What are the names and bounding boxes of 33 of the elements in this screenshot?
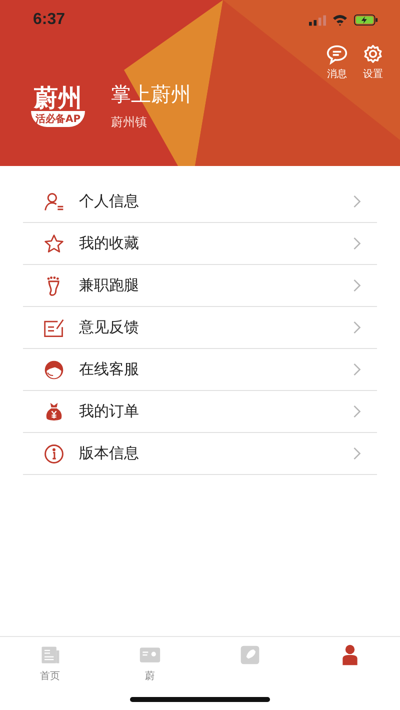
- menu-item[interactable]: 兼职跑腿: [23, 265, 377, 307]
- settings-icon[interactable]: [362, 44, 384, 65]
- menu-item[interactable]: 我的订单: [23, 391, 377, 433]
- chevron-icon: [353, 237, 361, 250]
- logo-title: 蔚州: [34, 84, 82, 112]
- menu-item[interactable]: 意见反馈: [23, 307, 377, 349]
- newspaper-icon: [39, 644, 61, 666]
- menu-item[interactable]: 我的收藏: [23, 223, 377, 265]
- action-label[interactable]: 设置: [363, 67, 383, 81]
- chevron-icon: [353, 321, 361, 334]
- message-icon[interactable]: [326, 44, 348, 65]
- chevron-icon: [353, 279, 361, 292]
- app-title: 掌上蔚州: [111, 81, 191, 108]
- chevron-icon: [353, 195, 361, 208]
- menu-item[interactable]: 版本信息: [23, 433, 377, 475]
- wifi-icon: [332, 14, 348, 26]
- star-icon: [43, 232, 65, 254]
- battery-icon: [354, 14, 378, 26]
- info-icon: [43, 442, 65, 464]
- edit-note-icon: [43, 316, 65, 338]
- support-agent-icon: [43, 358, 65, 380]
- tab[interactable]: 首页: [0, 637, 100, 687]
- person-icon: [43, 190, 65, 212]
- signal-icon: [309, 14, 326, 26]
- chevron-icon: [353, 405, 361, 418]
- action-label[interactable]: 消息: [327, 67, 347, 81]
- chevron-icon: [353, 363, 361, 376]
- tab[interactable]: 蔚: [100, 637, 200, 687]
- menu-item[interactable]: 在线客服: [23, 349, 377, 391]
- menu-item[interactable]: 个人信息: [23, 181, 377, 223]
- chevron-icon: [353, 447, 361, 460]
- town-name: 蔚州镇: [111, 114, 148, 131]
- status-time: 6:37: [33, 11, 66, 29]
